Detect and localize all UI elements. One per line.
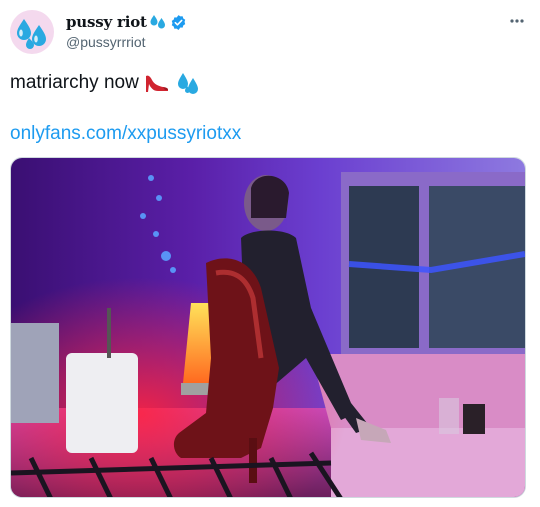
display-name[interactable]: pussy riot xyxy=(66,13,147,31)
tweet-text-content: matriarchy now xyxy=(10,72,139,93)
tweet-link[interactable]: onlyfans.com/xxpussyriotxx xyxy=(10,123,241,145)
tweet-media-image[interactable] xyxy=(10,157,526,498)
high-heel-icon xyxy=(144,72,170,94)
tweet-text: matriarchy now xyxy=(10,71,201,95)
verified-badge-icon xyxy=(170,14,187,31)
name-row: pussy riot xyxy=(66,12,187,32)
sweat-droplets-icon xyxy=(149,14,167,30)
more-icon xyxy=(510,19,524,23)
tweet-card: pussy riot @pussyrrriot matriarchy now o… xyxy=(0,0,540,507)
sweat-droplets-icon xyxy=(17,19,46,49)
more-button[interactable] xyxy=(506,12,528,30)
tweet-photo xyxy=(11,158,525,497)
sweat-droplets-icon xyxy=(175,71,201,95)
avatar[interactable] xyxy=(10,10,54,54)
user-handle[interactable]: @pussyrrriot xyxy=(66,34,146,50)
